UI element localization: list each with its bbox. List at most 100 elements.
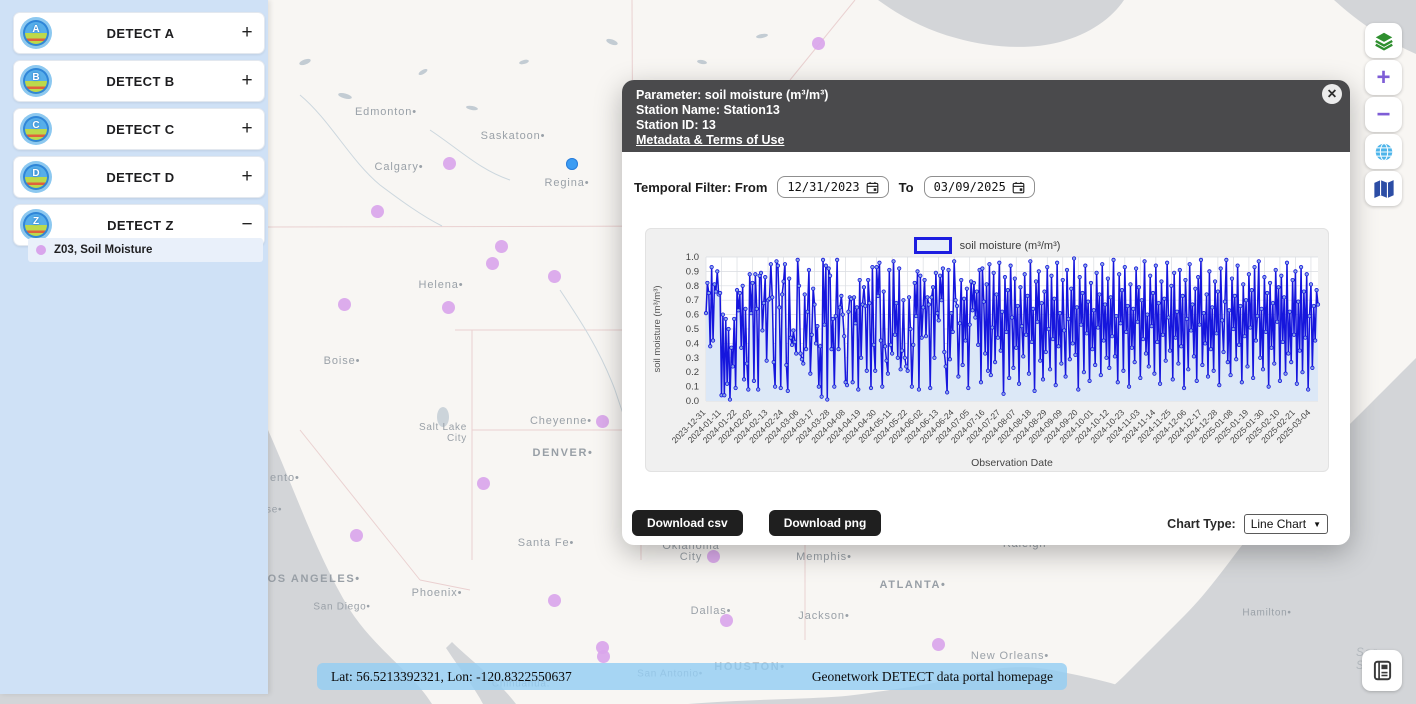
city-label: New Orleans•: [971, 650, 1049, 662]
city-label: DENVER•: [533, 447, 594, 459]
map-icon: [1373, 178, 1395, 200]
group-label: DETECT A: [49, 26, 232, 41]
detect-c-logo-icon: C: [23, 116, 49, 142]
city-label: se•: [266, 505, 282, 516]
svg-text:0.9: 0.9: [686, 266, 699, 277]
station-dot[interactable]: [596, 415, 609, 428]
city-label: Calgary•: [375, 161, 424, 173]
station-name-line: Station Name: Station13: [636, 103, 1336, 118]
homepage-link[interactable]: Geonetwork DETECT data portal homepage: [812, 669, 1053, 685]
city-label: Jackson•: [798, 610, 849, 622]
layers-icon: [1373, 30, 1395, 52]
group-label: DETECT B: [49, 74, 232, 89]
metadata-terms-link[interactable]: Metadata & Terms of Use: [636, 133, 1336, 148]
city-label: ATLANTA•: [880, 579, 947, 591]
layer-color-dot-icon: [36, 245, 46, 255]
modal-header: Parameter: soil moisture (m³/m³) Station…: [622, 80, 1350, 152]
city-label: LOS ANGELES•: [259, 573, 361, 585]
station-dot[interactable]: [707, 550, 720, 563]
sidebar-group-detect-a[interactable]: A DETECT A +: [13, 12, 265, 54]
station-dot[interactable]: [443, 157, 456, 170]
city-label: San Diego•: [313, 602, 370, 613]
expand-icon[interactable]: +: [232, 118, 262, 140]
expand-icon[interactable]: +: [232, 22, 262, 44]
journal-button[interactable]: [1362, 650, 1402, 691]
svg-text:soil moisture (m³/m³): soil moisture (m³/m³): [652, 285, 663, 372]
station-dot[interactable]: [548, 270, 561, 283]
map-controls: + −: [1365, 23, 1402, 206]
layers-button[interactable]: [1365, 23, 1402, 58]
basemap-button[interactable]: [1365, 171, 1402, 206]
city-label: Saskatoon•: [481, 130, 546, 142]
chart-type-label: Chart Type:: [1167, 517, 1236, 531]
close-button[interactable]: ✕: [1322, 84, 1342, 104]
soil-moisture-line-chart: 0.00.10.20.30.40.50.60.70.80.91.02023-12…: [646, 229, 1330, 471]
detect-d-logo-icon: D: [23, 164, 49, 190]
station-dot[interactable]: [597, 650, 610, 663]
download-png-button[interactable]: Download png: [769, 510, 882, 536]
sidebar-group-detect-b[interactable]: B DETECT B +: [13, 60, 265, 102]
station-dot[interactable]: [720, 614, 733, 627]
city-label: ento•: [270, 472, 300, 484]
city-label: Hamilton•: [1242, 608, 1291, 619]
station-dot[interactable]: [442, 301, 455, 314]
station-dot[interactable]: [350, 529, 363, 542]
city-label: Santa Fe•: [518, 537, 575, 549]
zoom-out-button[interactable]: −: [1365, 97, 1402, 132]
to-label: To: [899, 180, 914, 195]
station-dot[interactable]: [495, 240, 508, 253]
sidebar-group-detect-d[interactable]: D DETECT D +: [13, 156, 265, 198]
city-label: Boise•: [324, 355, 361, 367]
station-dot[interactable]: [338, 298, 351, 311]
app-screen: Edmonton•Saskatoon•Calgary•Regina•Helena…: [0, 0, 1416, 704]
station-dot[interactable]: [548, 594, 561, 607]
station-dot[interactable]: [371, 205, 384, 218]
svg-text:0.3: 0.3: [686, 353, 699, 364]
date-to-input[interactable]: 03/09/2025: [924, 176, 1035, 198]
city-label: Salt Lake City: [419, 422, 467, 444]
temporal-filter-label: Temporal Filter: From: [634, 180, 767, 195]
svg-text:Observation Date: Observation Date: [971, 457, 1053, 469]
station-dot[interactable]: [477, 477, 490, 490]
layer-sidebar: A DETECT A + B DETECT B + C DETECT C + D…: [0, 0, 268, 694]
parameter-line: Parameter: soil moisture (m³/m³): [636, 88, 1336, 103]
chart-type-row: Chart Type: Line Chart ▼: [1167, 514, 1328, 534]
group-label: DETECT D: [49, 170, 232, 185]
date-from-input[interactable]: 12/31/2023: [777, 176, 888, 198]
svg-text:0.2: 0.2: [686, 367, 699, 378]
city-label: Phoenix•: [412, 587, 463, 599]
svg-text:0.8: 0.8: [686, 281, 699, 292]
svg-text:0.0: 0.0: [686, 396, 699, 407]
calendar-icon: [866, 181, 879, 194]
svg-text:0.1: 0.1: [686, 382, 699, 393]
station-dot[interactable]: [486, 257, 499, 270]
status-bar: Lat: 56.5213392321, Lon: -120.8322550637…: [317, 663, 1067, 690]
close-icon: ✕: [1327, 87, 1337, 102]
journal-icon: [1372, 660, 1393, 681]
download-row: Download csv Download png: [632, 510, 881, 536]
plus-icon: +: [1376, 68, 1390, 88]
expand-icon[interactable]: +: [232, 70, 262, 92]
station-dot[interactable]: [812, 37, 825, 50]
sidebar-layer-z03-soil-moisture[interactable]: Z03, Soil Moisture: [28, 238, 263, 262]
zoom-in-button[interactable]: +: [1365, 60, 1402, 95]
collapse-icon[interactable]: −: [232, 214, 262, 236]
station-dot[interactable]: [932, 638, 945, 651]
city-label: Cheyenne•: [530, 415, 592, 427]
sidebar-group-detect-c[interactable]: C DETECT C +: [13, 108, 265, 150]
detect-a-logo-icon: A: [23, 20, 49, 46]
expand-icon[interactable]: +: [232, 166, 262, 188]
svg-text:0.6: 0.6: [686, 310, 699, 321]
selected-station-dot[interactable]: [566, 158, 578, 170]
city-label: Helena•: [418, 279, 463, 291]
minus-icon: −: [1376, 105, 1390, 125]
chart-panel: soil moisture (m³/m³) 0.00.10.20.30.40.5…: [645, 228, 1329, 472]
download-csv-button[interactable]: Download csv: [632, 510, 743, 536]
station-id-line: Station ID: 13: [636, 118, 1336, 133]
city-label: Edmonton•: [355, 106, 417, 118]
temporal-filter-row: Temporal Filter: From 12/31/2023 To 03/0…: [634, 176, 1045, 198]
globe-button[interactable]: [1365, 134, 1402, 169]
city-label: Memphis•: [796, 551, 852, 563]
chart-type-select[interactable]: Line Chart ▼: [1244, 514, 1328, 534]
station-data-modal: Parameter: soil moisture (m³/m³) Station…: [622, 80, 1350, 545]
